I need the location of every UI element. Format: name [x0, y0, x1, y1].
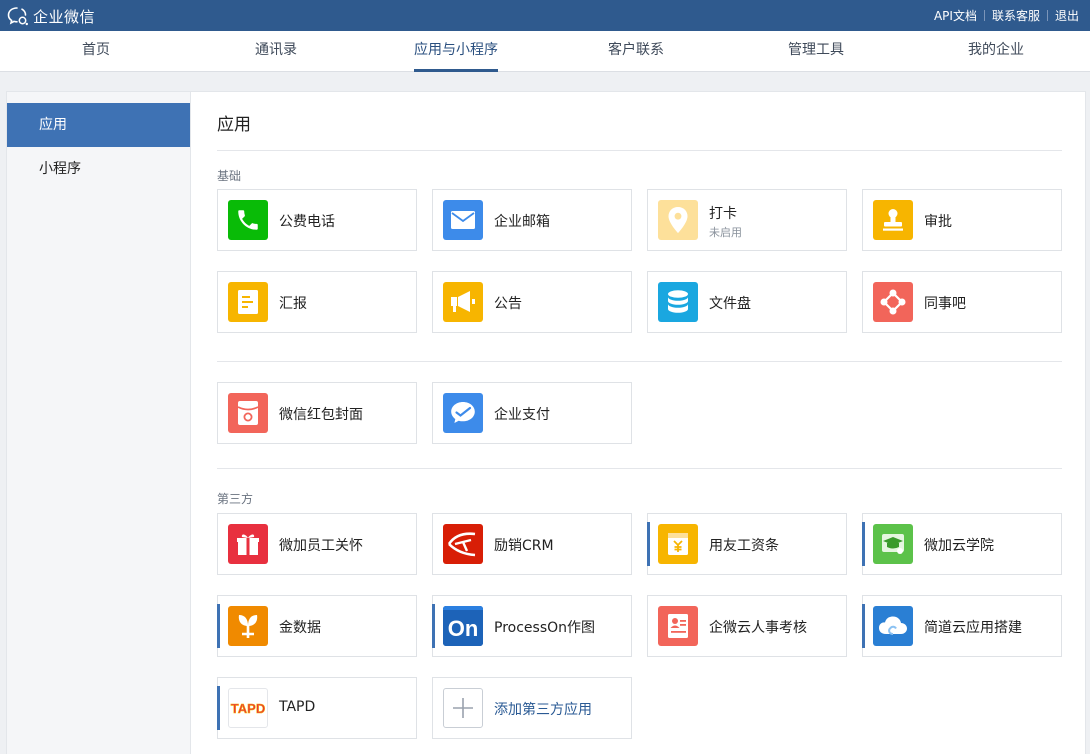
app-name: 简道云应用搭建: [924, 620, 1022, 636]
top-bar: 企业微信 API文档 联系客服 退出: [0, 0, 1090, 31]
nav-apps-miniprograms[interactable]: 应用与小程序: [414, 31, 498, 72]
app-name: 文件盘: [709, 296, 751, 312]
add-app-label: 添加第三方应用: [494, 702, 592, 718]
main-card: 应用 小程序 应用 基础 公费电话 企业邮箱 打卡 未启用 审批 汇报 公告 文…: [6, 91, 1086, 754]
add-third-party-app-button[interactable]: 添加第三方应用: [432, 677, 632, 739]
gift-icon: [228, 524, 268, 564]
api-docs-link[interactable]: API文档: [927, 7, 984, 24]
app-tile-processon[interactable]: On ProcessOn作图: [432, 595, 632, 657]
section-label-basic: 基础: [217, 169, 242, 183]
logout-link[interactable]: 退出: [1048, 7, 1086, 24]
red-envelope-icon: [228, 393, 268, 433]
nav-my-company[interactable]: 我的企业: [968, 31, 1024, 72]
app-name: TAPD: [279, 699, 316, 715]
app-name: 打卡: [709, 206, 737, 222]
brand-name: 企业微信: [33, 7, 96, 26]
sidebar: 应用 小程序: [7, 92, 191, 754]
plus-icon: [443, 688, 483, 728]
app-name: 微加云学院: [924, 538, 994, 554]
app-name: 审批: [924, 214, 952, 230]
app-tile-employee-care[interactable]: 微加员工关怀: [217, 513, 417, 575]
app-tile-colleague-forum[interactable]: 同事吧: [862, 271, 1062, 333]
app-tile-enterprise-mail[interactable]: 企业邮箱: [432, 189, 632, 251]
app-name: 用友工资条: [709, 538, 779, 554]
phone-icon: [228, 200, 268, 240]
app-name: ProcessOn作图: [494, 620, 596, 636]
megaphone-icon: [443, 282, 483, 322]
app-tile-file-drive[interactable]: 文件盘: [647, 271, 847, 333]
report-icon: [228, 282, 268, 322]
app-tile-public-phone[interactable]: 公费电话: [217, 189, 417, 251]
hr-card-icon: [658, 606, 698, 646]
payment-icon: [443, 393, 483, 433]
crm-icon: [443, 524, 483, 564]
jinshuju-icon: [228, 606, 268, 646]
payslip-icon: [658, 524, 698, 564]
app-tile-weijia-academy[interactable]: 微加云学院: [862, 513, 1062, 575]
contact-support-link[interactable]: 联系客服: [985, 7, 1047, 24]
nav-customer-contact[interactable]: 客户联系: [608, 31, 664, 72]
app-tile-announcement[interactable]: 公告: [432, 271, 632, 333]
brand[interactable]: 企业微信: [7, 5, 95, 27]
divider: [217, 361, 1062, 362]
processon-logo-text: On: [448, 616, 479, 641]
app-name: 金数据: [279, 620, 321, 636]
app-tile-lixiao-crm[interactable]: 励销CRM: [432, 513, 632, 575]
cloud-icon: [873, 606, 913, 646]
app-name: 企微云人事考核: [709, 620, 807, 636]
sidebar-item-miniprograms[interactable]: 小程序: [7, 147, 190, 191]
app-tile-enterprise-payment[interactable]: 企业支付: [432, 382, 632, 444]
app-name: 公告: [494, 296, 522, 312]
app-tile-hr-assessment[interactable]: 企微云人事考核: [647, 595, 847, 657]
app-tile-check-in[interactable]: 打卡 未启用: [647, 189, 847, 251]
nav-management-tools[interactable]: 管理工具: [788, 31, 844, 72]
app-status: 未启用: [709, 226, 742, 239]
page-title: 应用: [217, 115, 251, 135]
chat-bubbles-logo-icon: [7, 6, 29, 26]
app-tile-jiandaoyun[interactable]: 简道云应用搭建: [862, 595, 1062, 657]
database-icon: [658, 282, 698, 322]
divider: [217, 150, 1062, 151]
app-tile-report[interactable]: 汇报: [217, 271, 417, 333]
app-tile-tapd[interactable]: TAPD TAPD: [217, 677, 417, 739]
app-name: 企业邮箱: [494, 214, 550, 230]
sidebar-item-apps[interactable]: 应用: [7, 103, 190, 147]
top-links: API文档 联系客服 退出: [927, 0, 1086, 31]
app-name: 微加员工关怀: [279, 538, 363, 554]
section-label-third-party: 第三方: [217, 492, 254, 506]
app-tile-yonyou-payslip[interactable]: 用友工资条: [647, 513, 847, 575]
nav-contacts[interactable]: 通讯录: [255, 31, 297, 72]
main-nav: 首页 通讯录 应用与小程序 客户联系 管理工具 我的企业: [0, 31, 1090, 72]
app-tile-jinshuju[interactable]: 金数据: [217, 595, 417, 657]
app-name: 微信红包封面: [279, 407, 363, 423]
nav-home[interactable]: 首页: [82, 31, 110, 72]
tapd-logo-text: TAPD: [231, 701, 265, 716]
mail-icon: [443, 200, 483, 240]
stamp-icon: [873, 200, 913, 240]
divider: [217, 468, 1062, 469]
location-icon: [658, 200, 698, 240]
app-name: 励销CRM: [494, 538, 554, 554]
app-tile-approval[interactable]: 审批: [862, 189, 1062, 251]
share-nodes-icon: [873, 282, 913, 322]
graduation-icon: [873, 524, 913, 564]
app-name: 企业支付: [494, 407, 550, 423]
app-name: 汇报: [279, 296, 307, 312]
app-name: 公费电话: [279, 214, 335, 230]
tapd-logo-icon: TAPD: [228, 688, 268, 728]
processon-icon: On: [443, 606, 483, 646]
app-name: 同事吧: [924, 296, 966, 312]
app-tile-red-envelope-cover[interactable]: 微信红包封面: [217, 382, 417, 444]
